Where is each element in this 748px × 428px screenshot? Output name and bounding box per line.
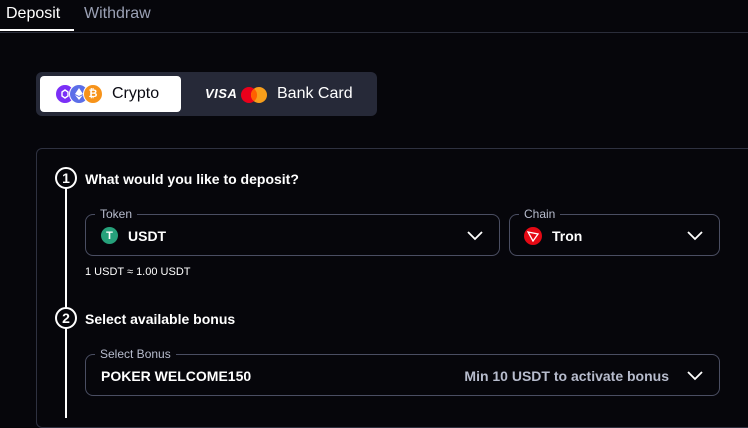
chain-select[interactable]: Chain Tron xyxy=(509,207,720,256)
bitcoin-coin-icon: ₿ xyxy=(83,84,103,104)
chevron-down-icon xyxy=(467,228,483,242)
tether-icon: T xyxy=(101,227,118,244)
bank-card-method-button[interactable]: VISA Bank Card xyxy=(189,76,374,112)
tron-icon xyxy=(524,227,542,245)
mastercard-logo xyxy=(241,87,267,103)
step-1-title: What would you like to deposit? xyxy=(85,171,299,187)
tab-withdraw[interactable]: Withdraw xyxy=(84,5,151,23)
bonus-activation-hint: Min 10 USDT to activate bonus xyxy=(464,368,669,384)
visa-logo: VISA xyxy=(205,86,238,101)
chevron-down-icon xyxy=(687,228,703,242)
payment-method-toggle: ₿ Crypto VISA Bank Card xyxy=(36,72,377,116)
crypto-method-button[interactable]: ₿ Crypto xyxy=(40,76,181,112)
step-2-title: Select available bonus xyxy=(85,311,236,327)
token-select-label: Token xyxy=(95,207,138,221)
token-select-value: USDT xyxy=(128,228,167,244)
step-2-number: 2 xyxy=(55,307,77,329)
steps-timeline-line xyxy=(65,178,67,418)
token-select[interactable]: Token T USDT xyxy=(85,207,500,256)
bank-card-method-label: Bank Card xyxy=(277,85,353,102)
active-tab-indicator xyxy=(0,29,74,31)
tab-deposit[interactable]: Deposit xyxy=(6,5,60,23)
chain-select-label: Chain xyxy=(519,207,561,221)
exchange-rate-text: 1 USDT ≈ 1.00 USDT xyxy=(85,266,191,278)
chevron-down-icon xyxy=(687,368,703,382)
bonus-select-value: POKER WELCOME150 xyxy=(101,368,252,384)
deposit-withdraw-tabs: Deposit Withdraw xyxy=(0,0,748,33)
bonus-select[interactable]: Select Bonus POKER WELCOME150 Min 10 USD… xyxy=(85,347,720,396)
bonus-select-label: Select Bonus xyxy=(95,347,176,361)
chain-select-value: Tron xyxy=(552,228,583,244)
step-1-number: 1 xyxy=(55,167,77,189)
crypto-method-label: Crypto xyxy=(112,85,160,102)
